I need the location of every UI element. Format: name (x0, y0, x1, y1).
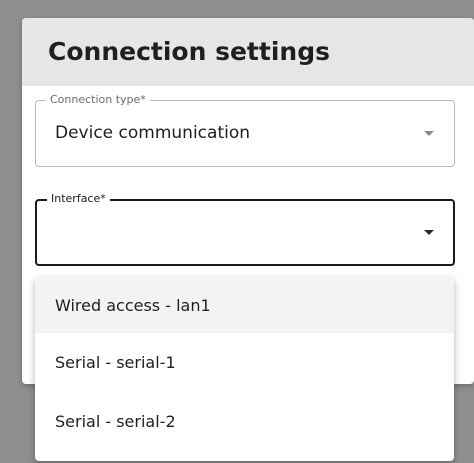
connection-type-select[interactable]: Connection type* Device communication (35, 93, 455, 167)
dialog-title: Connection settings (48, 37, 330, 66)
option-serial-1[interactable]: Serial - serial-1 (35, 333, 454, 392)
option-serial-2[interactable]: Serial - serial-2 (35, 392, 454, 451)
caret-down-icon (424, 131, 434, 136)
connection-type-value: Device communication (55, 123, 251, 143)
interface-options-menu: Wired access - lan1 Serial - serial-1 Se… (35, 277, 454, 461)
interface-select[interactable]: Interface* (35, 192, 455, 266)
interface-label: Interface* (47, 192, 110, 206)
dialog-header: Connection settings (22, 18, 474, 86)
connection-type-label: Connection type* (46, 93, 150, 107)
caret-down-icon (424, 230, 434, 235)
option-wired-access-lan1[interactable]: Wired access - lan1 (35, 277, 454, 333)
